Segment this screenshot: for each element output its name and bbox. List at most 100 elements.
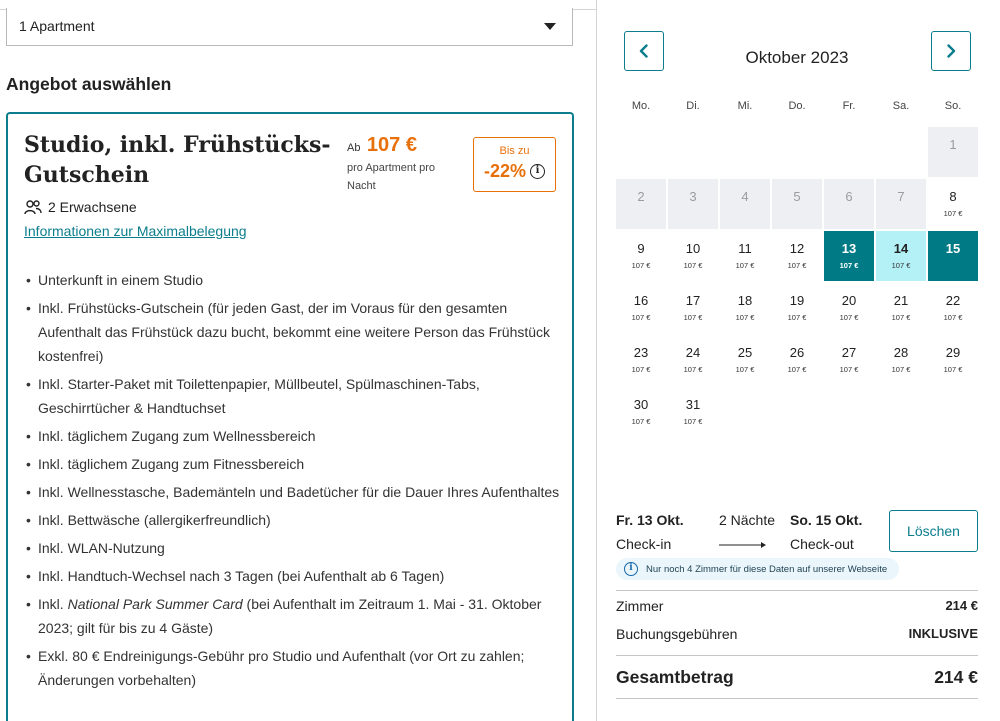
nights-count: 2 Nächte xyxy=(718,512,776,528)
day-number: 5 xyxy=(793,189,801,204)
discount-badge[interactable]: Bis zu -22% i xyxy=(473,137,556,192)
feature-text-italic: National Park Summer Card xyxy=(67,596,243,612)
day-number: 20 xyxy=(841,293,857,308)
day-number: 27 xyxy=(841,345,857,360)
day-number: 19 xyxy=(789,293,805,308)
calendar-day[interactable]: 28 107 € xyxy=(876,335,926,385)
month-label: Oktober 2023 xyxy=(745,48,849,67)
day-number: 17 xyxy=(685,293,701,308)
calendar-day[interactable]: 19 107 € xyxy=(772,283,822,333)
calendar-day[interactable]: 23 107 € xyxy=(616,335,666,385)
day-price: 107 € xyxy=(683,365,703,374)
feature-item: Inkl. Handtuch-Wechsel nach 3 Tagen (bei… xyxy=(24,564,564,588)
feature-item: Inkl. Bettwäsche (allergikerfreundlich) xyxy=(24,508,564,532)
chevron-left-icon xyxy=(639,44,648,58)
day-price: 107 € xyxy=(787,365,807,374)
calendar-day[interactable]: 15 xyxy=(928,231,978,281)
day-number: 6 xyxy=(845,189,853,204)
price-prefix: Ab xyxy=(347,142,361,154)
day-number: 30 xyxy=(633,397,649,412)
calendar-day[interactable]: 29 107 € xyxy=(928,335,978,385)
day-price: 107 € xyxy=(631,365,651,374)
day-price: 107 € xyxy=(631,313,651,322)
info-icon[interactable]: i xyxy=(530,164,546,179)
arrow-right-icon xyxy=(719,542,766,548)
clear-button[interactable]: Löschen xyxy=(889,510,978,552)
calendar-day[interactable]: 18 107 € xyxy=(720,283,770,333)
day-number: 26 xyxy=(789,345,805,360)
fees-amount: INKLUSIVE xyxy=(908,626,978,641)
day-number: 10 xyxy=(685,241,701,256)
calendar-day[interactable]: 24 107 € xyxy=(668,335,718,385)
calendar-day[interactable]: 10 107 € xyxy=(668,231,718,281)
calendar-day[interactable]: 26 107 € xyxy=(772,335,822,385)
day-number: 8 xyxy=(949,189,957,204)
calendar-day[interactable]: 27 107 € xyxy=(824,335,874,385)
weekday-label: Do. xyxy=(788,100,806,112)
day-price: 107 € xyxy=(891,313,911,322)
day-number: 23 xyxy=(633,345,649,360)
day-price: 107 € xyxy=(891,261,911,270)
offer-card[interactable]: Studio, inkl. Frühstücks-Gutschein Ab 10… xyxy=(6,112,574,721)
weekday-label: Sa. xyxy=(892,100,910,112)
weekday-label: Mi. xyxy=(737,100,753,112)
calendar-day[interactable]: 8 107 € xyxy=(928,179,978,229)
next-month-button[interactable] xyxy=(931,31,971,71)
day-price: 107 € xyxy=(943,209,963,218)
feature-item: Inkl. Frühstücks-Gutschein (für jeden Ga… xyxy=(24,296,564,368)
info-icon: i xyxy=(624,562,638,576)
weekday-label: Mo. xyxy=(631,100,651,112)
divider xyxy=(616,698,978,699)
caret-down-icon xyxy=(544,23,556,30)
day-price: 107 € xyxy=(683,261,703,270)
feature-item: Inkl. Starter-Paket mit Toilettenpapier,… xyxy=(24,372,564,420)
calendar-day[interactable]: 9 107 € xyxy=(616,231,666,281)
calendar-day: 7 xyxy=(876,179,926,229)
apartment-count-select[interactable]: 1 Apartment xyxy=(6,8,573,46)
checkout-label: Check-out xyxy=(790,536,854,552)
discount-value: -22% xyxy=(483,161,527,181)
feature-item: Unterkunft in einem Studio xyxy=(24,268,564,292)
day-price: 107 € xyxy=(735,261,755,270)
calendar-day[interactable]: 20 107 € xyxy=(824,283,874,333)
availability-text: Nur noch 4 Zimmer für diese Daten auf un… xyxy=(646,563,888,575)
calendar-day[interactable]: 11 107 € xyxy=(720,231,770,281)
calendar-day: 5 xyxy=(772,179,822,229)
max-occupancy-link[interactable]: Informationen zur Maximalbelegung xyxy=(24,223,247,239)
checkin-date: Fr. 13 Okt. xyxy=(616,512,684,528)
calendar-day[interactable]: 30 107 € xyxy=(616,387,666,437)
calendar-day[interactable]: 31 107 € xyxy=(668,387,718,437)
day-number: 11 xyxy=(738,241,752,256)
day-number: 14 xyxy=(893,241,909,256)
booking-panel: Oktober 2023 Mo. Di. Mi. Do. Fr. Sa. So. 12345… xyxy=(596,0,1000,721)
calendar-day[interactable]: 25 107 € xyxy=(720,335,770,385)
prev-month-button[interactable] xyxy=(624,31,664,71)
day-number: 13 xyxy=(841,241,857,256)
calendar-day[interactable]: 22 107 € xyxy=(928,283,978,333)
day-number: 2 xyxy=(637,189,645,204)
room-price-row: Zimmer 214 € xyxy=(616,598,978,614)
day-price: 107 € xyxy=(631,261,651,270)
calendar-day[interactable]: 17 107 € xyxy=(668,283,718,333)
checkout-date: So. 15 Okt. xyxy=(790,512,863,528)
divider xyxy=(616,655,978,656)
checkin-label: Check-in xyxy=(616,536,672,552)
calendar-day[interactable]: 14 107 € xyxy=(876,231,926,281)
weekday-label: Fr. xyxy=(842,100,856,112)
calendar-day[interactable]: 21 107 € xyxy=(876,283,926,333)
calendar-day: 3 xyxy=(668,179,718,229)
day-number: 25 xyxy=(737,345,753,360)
day-number: 15 xyxy=(945,241,961,256)
offer-title: Studio, inkl. Frühstücks-Gutschein xyxy=(24,132,331,188)
calendar-day[interactable]: 13 107 € xyxy=(824,231,874,281)
calendar-day[interactable]: 12 107 € xyxy=(772,231,822,281)
day-price: 107 € xyxy=(839,313,859,322)
feature-text: Inkl. xyxy=(38,596,68,612)
weekday-label: Di. xyxy=(686,100,700,112)
calendar-day[interactable]: 16 107 € xyxy=(616,283,666,333)
calendar-day: 6 xyxy=(824,179,874,229)
feature-item: Inkl. täglichem Zugang zum Fitnessbereic… xyxy=(24,452,564,476)
availability-notice: i Nur noch 4 Zimmer für diese Daten auf … xyxy=(616,558,900,580)
price-note: pro Apartment pro Nacht xyxy=(347,162,436,192)
day-price: 107 € xyxy=(735,313,755,322)
